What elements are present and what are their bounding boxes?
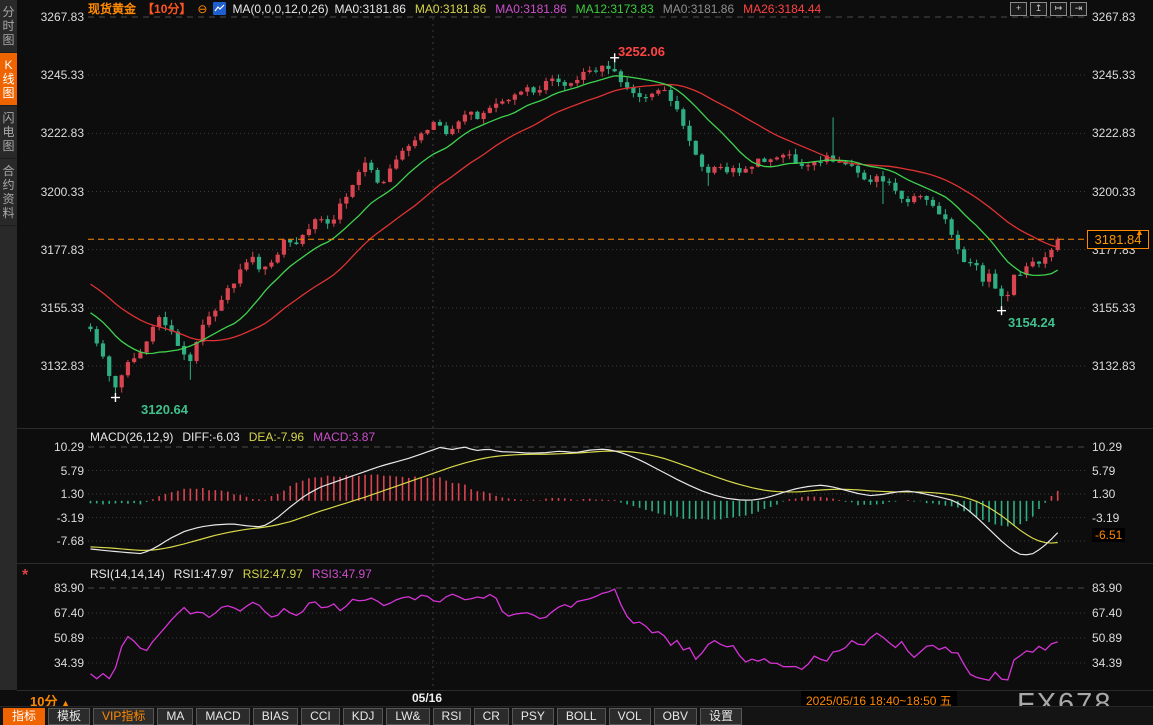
y-axis-label: 3132.83 <box>18 359 84 373</box>
rsi1-value: RSI1:47.97 <box>174 567 234 581</box>
ma-values: MA0:3181.86 MA0:3181.86 MA0:3181.86 MA12:31… <box>335 2 822 16</box>
ma-value-label: MA0:3181.86 <box>663 2 734 16</box>
y-axis-label: 83.90 <box>1092 581 1150 595</box>
y-axis-label: -6.51 <box>1092 528 1125 542</box>
y-axis-label: 3222.83 <box>18 126 84 140</box>
y-axis-label: 3222.83 <box>1092 126 1150 140</box>
ma-value-label: MA0:3181.86 <box>335 2 406 16</box>
toolbar-button-kdj[interactable]: KDJ <box>343 708 384 725</box>
y-axis-label: 5.79 <box>18 464 84 478</box>
toolbar-button-macd[interactable]: MACD <box>196 708 249 725</box>
pan-icon[interactable]: + <box>1010 2 1027 16</box>
y-axis-label: -3.19 <box>1092 511 1150 525</box>
scale-x-axis-icon[interactable]: ↦ <box>1050 2 1067 16</box>
macd-panel-header: MACD(26,12,9) DIFF:-6.03 DEA:-7.96 MACD:… <box>90 430 375 444</box>
sidebar-tab-item[interactable]: 合约资料 <box>0 159 17 226</box>
rsi2-value: RSI2:47.97 <box>243 567 303 581</box>
y-axis-label: 3155.33 <box>1092 301 1150 315</box>
y-axis-label: -7.68 <box>18 534 84 548</box>
scale-y-axis-icon[interactable]: ↥ <box>1030 2 1047 16</box>
macd-dea-value: DEA:-7.96 <box>249 430 304 444</box>
y-axis-label: 3200.33 <box>18 185 84 199</box>
session-high-label: 3252.06 <box>618 44 665 59</box>
macd-diff-value: DIFF:-6.03 <box>182 430 239 444</box>
y-axis-label: 34.39 <box>1092 656 1150 670</box>
sidebar: 分时图K线图闪电图合约资料 <box>0 0 17 690</box>
toolbar-button-psy[interactable]: PSY <box>512 708 554 725</box>
ma-value-label: MA0:3181.86 <box>495 2 566 16</box>
toolbar-button-ma[interactable]: MA <box>157 708 193 725</box>
ma-value-label: MA0:3181.86 <box>415 2 486 16</box>
toolbar-button-cr[interactable]: CR <box>474 708 509 725</box>
chart-header: 现货黄金 【10分】 ⊖ MA(0,0,0,12,0,26) MA0:3181.… <box>88 1 821 16</box>
toolbar-button-指标[interactable]: 指标 <box>3 708 45 725</box>
y-axis-label: 5.79 <box>1092 464 1150 478</box>
sidebar-tab-item[interactable]: 分时图 <box>0 0 17 53</box>
y-axis-label: 50.89 <box>18 631 84 645</box>
y-axis-label: 67.40 <box>1092 606 1150 620</box>
header-toolbar: +↥↦⇥ <box>1010 2 1087 16</box>
y-axis-label: 1.30 <box>1092 487 1150 501</box>
y-axis-label: 3267.83 <box>18 10 84 24</box>
toolbar-button-rsi[interactable]: RSI <box>433 708 471 725</box>
toolbar-button-bias[interactable]: BIAS <box>253 708 298 725</box>
toolbar-button-boll[interactable]: BOLL <box>557 708 606 725</box>
y-axis-label: 3200.33 <box>1092 185 1150 199</box>
y-axis-label: 67.40 <box>18 606 84 620</box>
rsi-title: RSI(14,14,14) <box>90 567 165 581</box>
recent-low-label: 3154.24 <box>1008 315 1055 330</box>
y-axis-label: 10.29 <box>18 440 84 454</box>
current-price-arrow-icon: ▲ <box>1135 227 1144 237</box>
symbol-title: 现货黄金 <box>88 0 136 17</box>
y-axis-label: 1.30 <box>18 487 84 501</box>
toolbar-button-vip指标[interactable]: VIP指标 <box>93 708 154 725</box>
toolbar-button-obv[interactable]: OBV <box>654 708 697 725</box>
rsi-panel-header: RSI(14,14,14) RSI1:47.97 RSI2:47.97 RSI3… <box>90 567 372 581</box>
rsi3-value: RSI3:47.97 <box>312 567 372 581</box>
app-root: 分时图K线图闪电图合约资料 现货黄金 【10分】 ⊖ MA(0,0,0,12,0… <box>0 0 1153 725</box>
toolbar-button-设置[interactable]: 设置 <box>700 708 742 725</box>
y-axis-label: 3177.83 <box>18 243 84 257</box>
collapse-icon[interactable]: ⊖ <box>197 2 207 16</box>
sidebar-tab-item[interactable]: 闪电图 <box>0 106 17 159</box>
sidebar-tab-active[interactable]: K线图 <box>0 53 17 106</box>
x-axis-date-label: 05/16 <box>397 691 457 705</box>
period-tag[interactable]: 【10分】 <box>142 0 191 17</box>
indicator-toolbar: 指标模板VIP指标MAMACDBIASCCIKDJLW&RSICRPSYBOLL… <box>0 706 1153 725</box>
chart-canvas[interactable] <box>0 0 1153 725</box>
y-axis-label: -3.19 <box>18 511 84 525</box>
chart-type-icon[interactable] <box>213 2 226 15</box>
y-axis-label: 50.89 <box>1092 631 1150 645</box>
toolbar-button-vol[interactable]: VOL <box>609 708 651 725</box>
y-axis-label: 10.29 <box>1092 440 1150 454</box>
ma-value-label: MA26:3184.44 <box>743 2 821 16</box>
ma-settings-label: MA(0,0,0,12,0,26) <box>232 2 328 16</box>
macd-macd-value: MACD:3.87 <box>313 430 375 444</box>
toolbar-button-lw&[interactable]: LW& <box>386 708 429 725</box>
y-axis-label: 34.39 <box>18 656 84 670</box>
y-axis-label: 3245.33 <box>18 68 84 82</box>
y-axis-label: 3155.33 <box>18 301 84 315</box>
toolbar-button-cci[interactable]: CCI <box>301 708 340 725</box>
y-axis-label: 3245.33 <box>1092 68 1150 82</box>
go-to-latest-icon[interactable]: ⇥ <box>1070 2 1087 16</box>
toolbar-button-模板[interactable]: 模板 <box>48 708 90 725</box>
y-axis-label: 3267.83 <box>1092 10 1150 24</box>
y-axis-label: 3132.83 <box>1092 359 1150 373</box>
ma-value-label: MA12:3173.83 <box>576 2 654 16</box>
session-low-label: 3120.64 <box>141 402 188 417</box>
macd-title: MACD(26,12,9) <box>90 430 173 444</box>
rsi-settings-icon[interactable]: * <box>22 567 28 585</box>
